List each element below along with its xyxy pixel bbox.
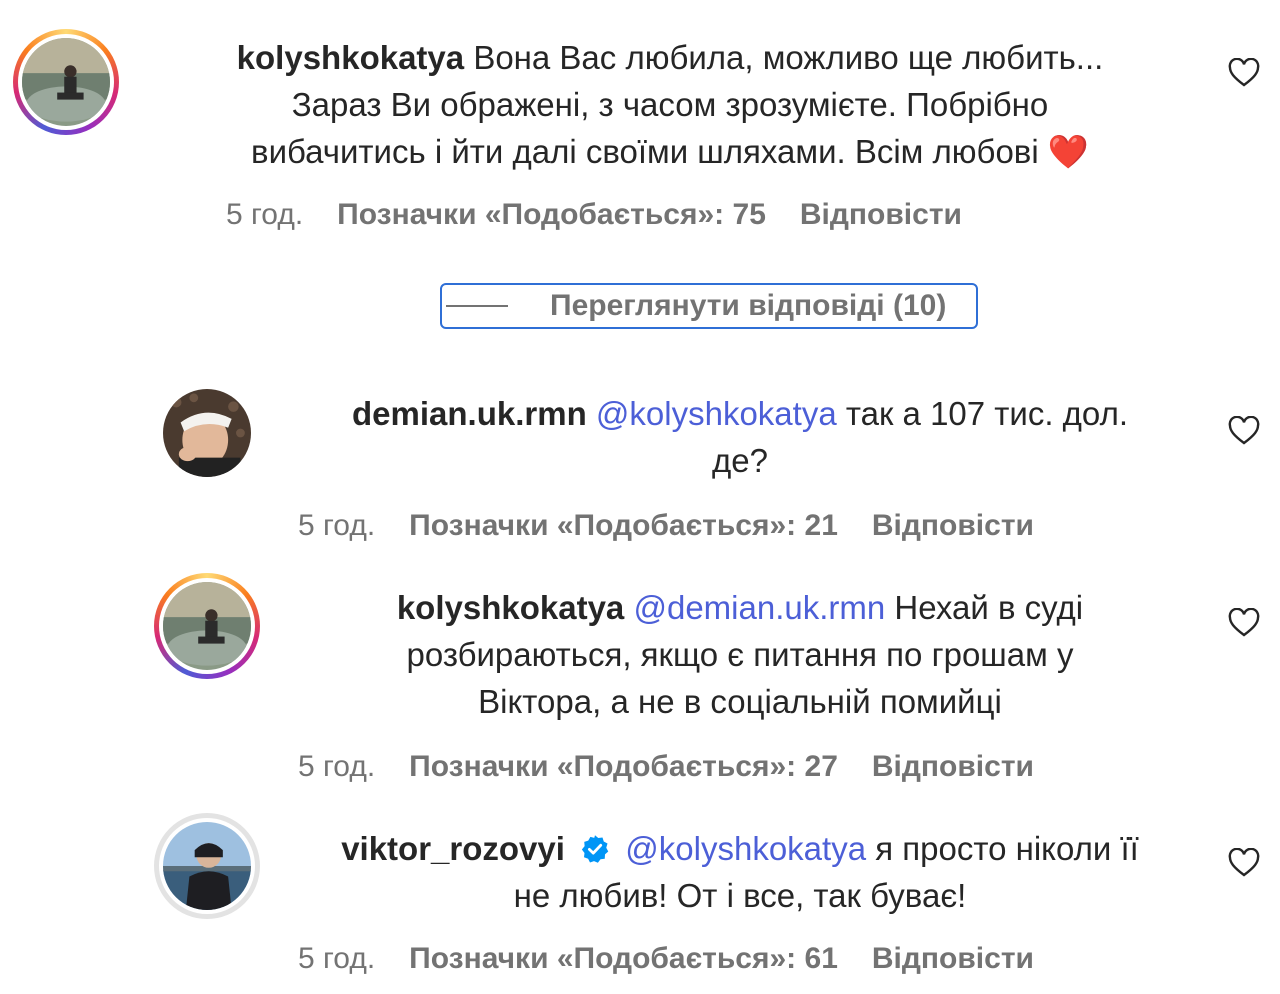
comment-text: viktor_rozovyi @kolyshkokatya я просто н… [280, 825, 1200, 919]
comment-meta: 5 год. Позначки «Подобається»: 21 Відповіс… [298, 509, 1034, 543]
avatar-photo [163, 822, 251, 910]
comment-meta: 5 год. Позначки «Подобається»: 75 Відповіс… [226, 198, 962, 232]
comment-line: Нехай в суді [894, 589, 1084, 626]
comment-text: demian.uk.rmn @kolyshkokatya так а 107 т… [280, 390, 1200, 484]
comment-meta: 5 год. Позначки «Подобається»: 61 Відповіс… [298, 942, 1034, 976]
mention-link[interactable]: @demian.uk.rmn [633, 589, 885, 626]
mention-link[interactable]: @kolyshkokatya [596, 395, 837, 432]
avatar[interactable] [154, 573, 260, 679]
avatar[interactable] [163, 389, 251, 477]
avatar-photo [163, 389, 251, 477]
heart-icon[interactable] [1228, 416, 1260, 446]
view-replies-button[interactable]: Переглянути відповіді (10) [440, 283, 978, 329]
verified-badge-icon [581, 835, 609, 863]
comment-username[interactable]: demian.uk.rmn [352, 395, 587, 432]
comment-line: так а 107 тис. дол. [845, 395, 1128, 432]
comment-line: я просто ніколи її [875, 830, 1139, 867]
comment-time: 5 год. [226, 198, 304, 231]
heart-icon[interactable] [1228, 58, 1260, 88]
avatar-photo [163, 582, 251, 670]
likes-count[interactable]: Позначки «Подобається»: 61 [409, 942, 838, 975]
likes-count[interactable]: Позначки «Подобається»: 27 [409, 750, 838, 783]
reply-button[interactable]: Відповісти [872, 509, 1034, 542]
mention-link[interactable]: @kolyshkokatya [625, 830, 866, 867]
heart-icon[interactable] [1228, 848, 1260, 878]
comment-line: де? [712, 442, 768, 479]
comment-text: kolyshkokatya @demian.uk.rmn Нехай в суд… [280, 584, 1200, 725]
comment-time: 5 год. [298, 942, 376, 975]
comment-line: вибачитись і йти далі своїми шляхами. Вс… [251, 133, 1039, 170]
likes-count[interactable]: Позначки «Подобається»: 75 [337, 198, 766, 231]
avatar[interactable] [154, 813, 260, 919]
avatar-photo [22, 38, 110, 126]
comment-time: 5 год. [298, 750, 376, 783]
comment-line: Вона Вас любила, можливо ще любить... [473, 39, 1104, 76]
reply-button[interactable]: Відповісти [800, 198, 962, 231]
comment-text: kolyshkokatya Вона Вас любила, можливо щ… [140, 34, 1200, 175]
comment-username[interactable]: kolyshkokatya [397, 589, 624, 626]
comment-username[interactable]: kolyshkokatya [237, 39, 464, 76]
comment-username[interactable]: viktor_rozovyi [341, 830, 565, 867]
divider-line [446, 305, 508, 307]
comment-time: 5 год. [298, 509, 376, 542]
avatar[interactable] [13, 29, 119, 135]
likes-count[interactable]: Позначки «Подобається»: 21 [409, 509, 838, 542]
heart-emoji: ❤️ [1047, 133, 1089, 170]
comment-meta: 5 год. Позначки «Подобається»: 27 Відповіс… [298, 750, 1034, 784]
comment-line: не любив! От і все, так буває! [513, 877, 967, 914]
reply-button[interactable]: Відповісти [872, 750, 1034, 783]
heart-icon[interactable] [1228, 608, 1260, 638]
comment-line: Зараз Ви ображені, з часом зрозумієте. П… [291, 86, 1049, 123]
comment-line: розбираються, якщо є питання по грошам у [406, 636, 1074, 673]
view-replies-label: Переглянути відповіді (10) [550, 289, 947, 322]
comment-line: Віктора, а не в соціальній помийці [478, 683, 1002, 720]
reply-button[interactable]: Відповісти [872, 942, 1034, 975]
